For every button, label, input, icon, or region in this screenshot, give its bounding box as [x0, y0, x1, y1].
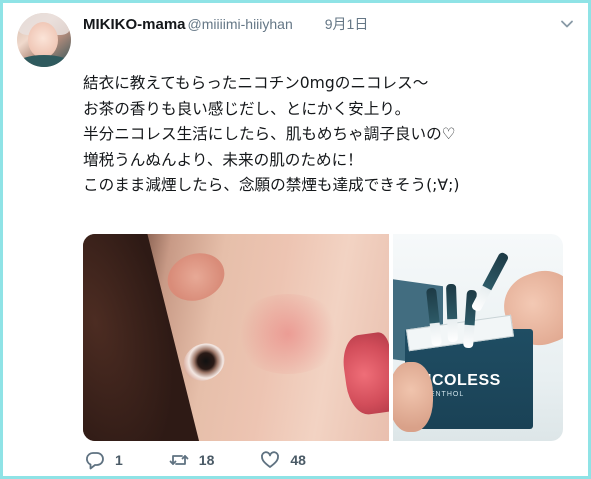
- like-count: 48: [290, 452, 306, 468]
- tweet-text-line: 半分ニコレス生活にしたら、肌もめちゃ調子良いの♡: [83, 125, 456, 143]
- photo-lips: [339, 331, 389, 417]
- photo-ear: [160, 245, 232, 309]
- retweet-count: 18: [198, 452, 215, 468]
- tweet-media: NICOLESS MENTHOL: [83, 234, 563, 441]
- user-handle[interactable]: @miiiimi-hiiiyhan: [188, 16, 293, 32]
- photo-cheek-blush: [233, 294, 343, 374]
- reply-button[interactable]: 1: [85, 450, 123, 470]
- avatar-face: [28, 22, 58, 58]
- display-name[interactable]: MIKIKO-mama: [83, 16, 186, 33]
- avatar-shoulder: [17, 55, 71, 67]
- screenshot-frame: MIKIKO-mama @miiiimi-hiiiyhan 9月1日 結衣に教え…: [0, 0, 591, 479]
- chevron-down-icon[interactable]: [560, 17, 574, 31]
- like-button[interactable]: 48: [260, 450, 306, 470]
- tweet-text-line: このまま減煙したら、念願の禁煙も達成できそう(;∀;): [83, 176, 460, 194]
- reply-count: 1: [115, 452, 123, 468]
- retweet-button[interactable]: 18: [169, 450, 215, 470]
- product-photo[interactable]: NICOLESS MENTHOL: [393, 234, 563, 441]
- photo-hand-lower: [393, 362, 433, 432]
- tweet-text: 結衣に教えてもらったニコチン0mgのニコレス〜 お茶の香りも良い感じだし、とにか…: [83, 71, 573, 199]
- photo-eye: [177, 336, 231, 388]
- tweet-date[interactable]: 9月1日: [325, 14, 369, 34]
- heart-icon: [261, 451, 280, 468]
- tweet-text-line: 結衣に教えてもらったニコチン0mgのニコレス〜: [83, 74, 429, 92]
- tweet-card: MIKIKO-mama @miiiimi-hiiiyhan 9月1日 結衣に教え…: [13, 9, 578, 470]
- tweet-text-line: お茶の香りも良い感じだし、とにかく安上り。: [83, 99, 411, 118]
- avatar[interactable]: [17, 13, 71, 67]
- retweet-icon: [169, 455, 189, 465]
- reply-icon: [86, 452, 104, 470]
- tweet-header: MIKIKO-mama @miiiimi-hiiiyhan 9月1日: [83, 14, 368, 36]
- product-stick: [445, 283, 459, 343]
- tweet-text-line: 増税うんぬんより、未来の肌のために！: [83, 150, 363, 169]
- face-closeup-photo[interactable]: [83, 234, 389, 441]
- tweet-actions: 1 18 48: [85, 449, 352, 471]
